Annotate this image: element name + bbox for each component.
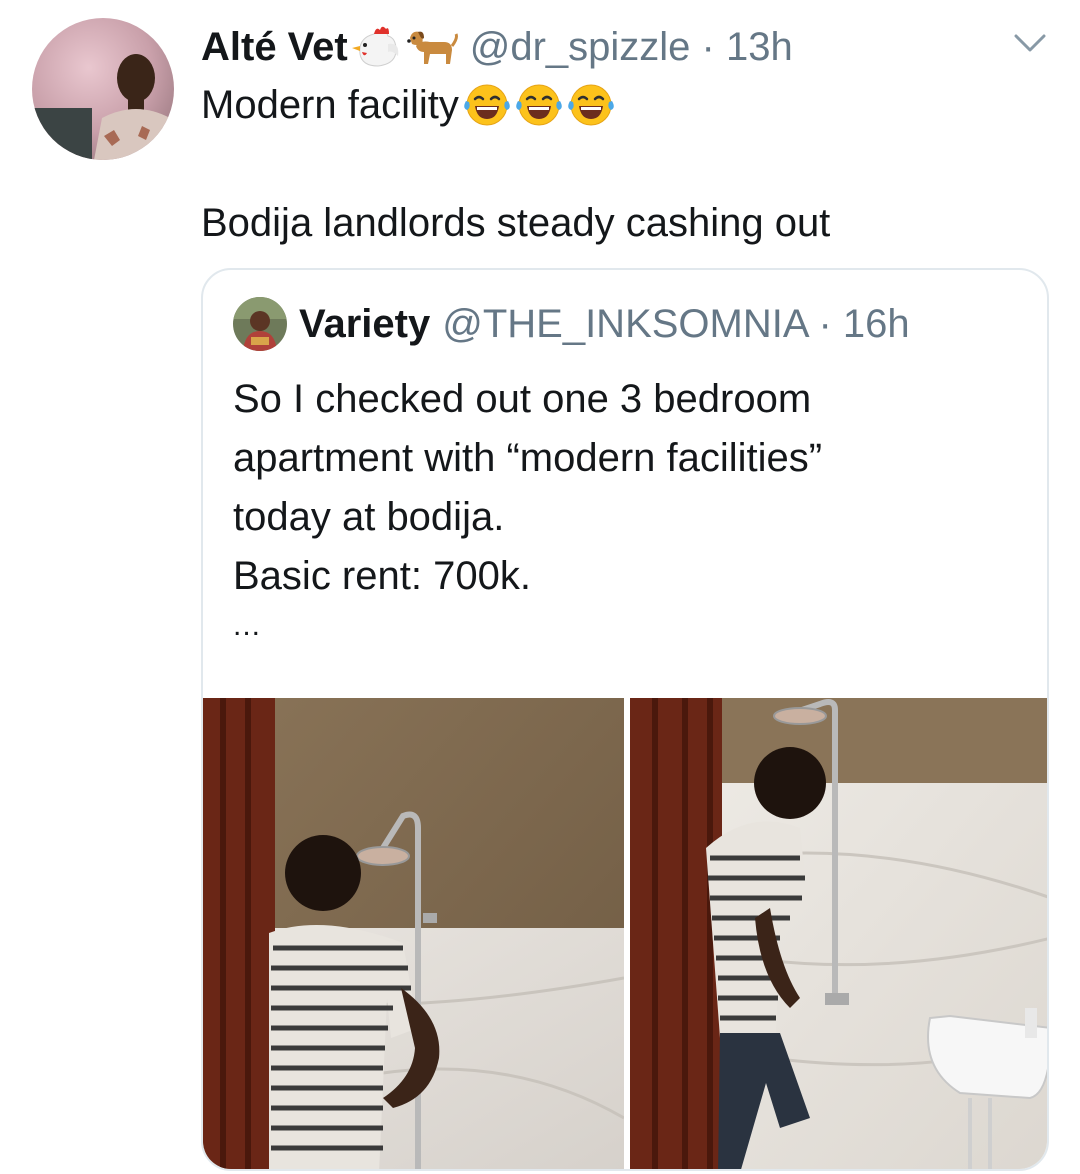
shower-photo-right[interactable] <box>630 698 1047 1169</box>
laughing-crying-icon <box>516 84 562 126</box>
quoted-tweet-card[interactable]: Variety @THE_INKSOMNIA · 16h So I checke… <box>201 268 1049 1171</box>
quoted-text-line: today at bodija. <box>233 495 505 539</box>
author-handle[interactable]: @dr_spizzle <box>470 25 691 69</box>
dog-icon <box>406 24 458 70</box>
tweet-header: Alté Vet @dr_spizzle · 13h <box>201 22 793 72</box>
quoted-time-separator: · <box>818 301 832 346</box>
quoted-text-line: So I checked out one 3 bedroom <box>233 377 812 421</box>
author-avatar[interactable] <box>32 18 174 160</box>
quoted-tweet-time[interactable]: 16h <box>843 302 910 346</box>
tweet-text-line1: Modern facility <box>201 80 615 130</box>
quoted-tweet-header: Variety @THE_INKSOMNIA · 16h <box>233 297 910 351</box>
laughing-crying-icon <box>464 84 510 126</box>
tweet-time[interactable]: 13h <box>726 25 793 69</box>
author-name[interactable]: Alté Vet <box>201 25 348 70</box>
quoted-tweet-media <box>203 698 1047 1169</box>
author-handle-and-time: @dr_spizzle · 13h <box>470 25 793 70</box>
quoted-text-line: apartment with “modern facilities” <box>233 436 823 480</box>
laughing-crying-icon <box>568 84 614 126</box>
quoted-tweet-text: So I checked out one 3 bedroom apartment… <box>233 370 1033 666</box>
shower-photo-left[interactable] <box>203 698 624 1169</box>
tweet-text: Modern facility <box>201 82 459 127</box>
rooster-icon <box>351 24 402 70</box>
quoted-text-ellipsis: ... <box>233 609 262 642</box>
quoted-author-handle[interactable]: @THE_INKSOMNIA <box>442 302 807 346</box>
time-separator: · <box>701 24 715 69</box>
quoted-text-line: Basic rent: 700k. <box>233 554 531 598</box>
quoted-handle-and-time: @THE_INKSOMNIA · 16h <box>442 302 909 347</box>
chevron-down-icon[interactable] <box>1012 30 1048 56</box>
tweet-text-line2: Bodija landlords steady cashing out <box>201 201 831 245</box>
laughing-emojis <box>463 82 615 128</box>
quoted-author-avatar[interactable] <box>233 297 287 351</box>
quoted-author-name[interactable]: Variety <box>299 302 430 347</box>
